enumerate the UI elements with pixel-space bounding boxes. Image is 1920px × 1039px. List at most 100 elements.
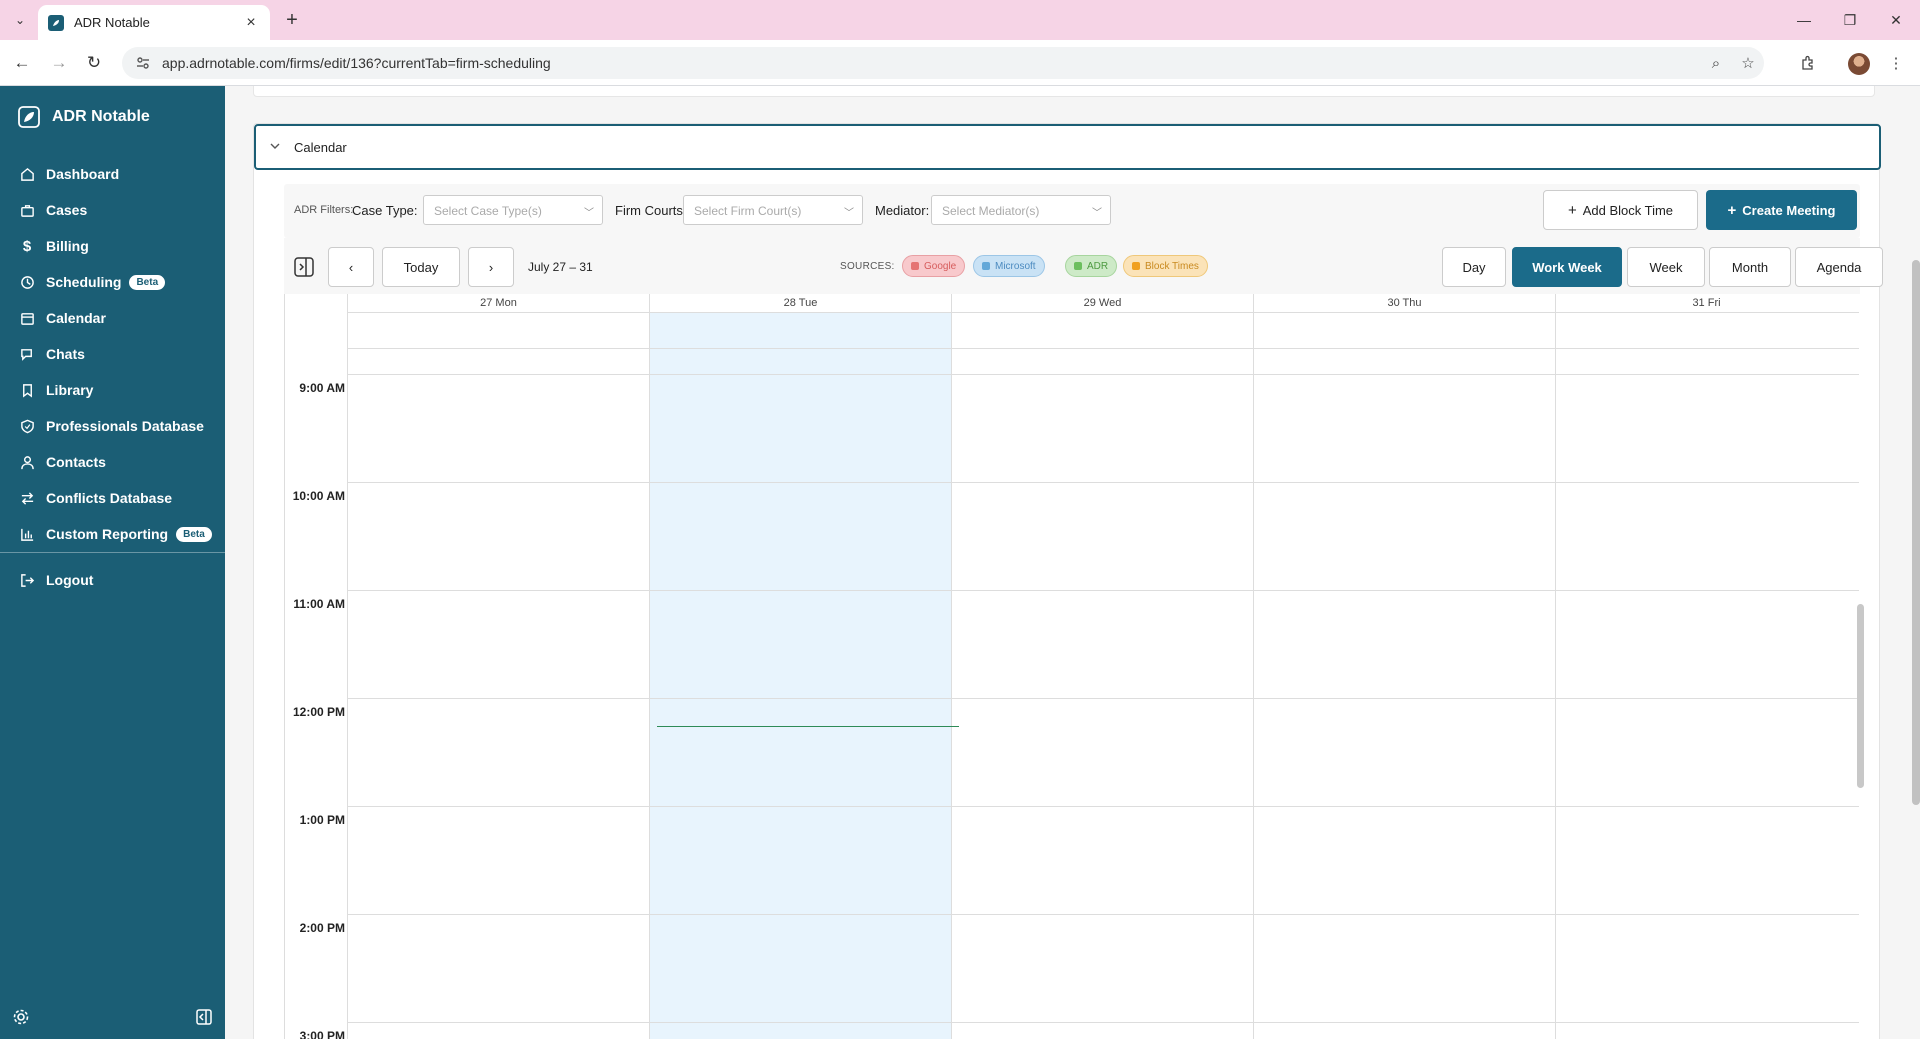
calendar-scrollbar-thumb[interactable] xyxy=(1857,604,1864,788)
mediator-select[interactable]: Select Mediator(s) ﹀ xyxy=(931,195,1111,225)
browser-tab[interactable]: ADR Notable × xyxy=(38,5,270,40)
time-label: 11:00 AM xyxy=(293,597,345,611)
page-scrollbar-thumb[interactable] xyxy=(1912,260,1920,805)
clock-icon xyxy=(18,273,36,291)
sidebar-item-calendar[interactable]: Calendar xyxy=(18,304,218,332)
tab-search-icon[interactable]: ⌄ xyxy=(8,8,32,32)
view-day-button[interactable]: Day xyxy=(1442,247,1506,287)
browser-tab-strip: ⌄ ADR Notable × + — ❐ ✕ xyxy=(0,0,1920,40)
add-block-time-button[interactable]: + Add Block Time xyxy=(1543,190,1698,230)
day-header[interactable]: 28 Tue xyxy=(649,294,951,312)
sidebar-item-label: Professionals Database xyxy=(46,418,204,434)
sidebar-item-library[interactable]: Library xyxy=(18,376,218,404)
user-icon xyxy=(18,453,36,471)
sidebar-item-label: Cases xyxy=(46,202,88,218)
close-tab-icon[interactable]: × xyxy=(242,14,260,32)
case-type-select[interactable]: Select Case Type(s) ﹀ xyxy=(423,195,603,225)
day-column-today[interactable] xyxy=(649,312,951,1039)
prev-week-button[interactable]: ‹ xyxy=(328,247,374,287)
restore-icon[interactable]: ❐ xyxy=(1828,6,1872,34)
day-header[interactable]: 30 Thu xyxy=(1253,294,1555,312)
case-type-placeholder: Select Case Type(s) xyxy=(434,204,542,218)
sidebar-item-label: Billing xyxy=(46,238,89,254)
firm-courts-placeholder: Select Firm Court(s) xyxy=(694,204,802,218)
profile-avatar[interactable] xyxy=(1848,53,1870,75)
create-meeting-button[interactable]: + Create Meeting xyxy=(1706,190,1857,230)
view-week-button[interactable]: Week xyxy=(1627,247,1705,287)
day-header[interactable]: 29 Wed xyxy=(951,294,1253,312)
sidebar-item-custom-reporting[interactable]: Custom Reporting Beta xyxy=(18,520,218,548)
sidebar-item-label: Chats xyxy=(46,346,85,362)
case-type-label: Case Type: xyxy=(352,203,418,218)
browser-menu-icon[interactable]: ⋮ xyxy=(1884,51,1908,75)
filters-label: ADR Filters: xyxy=(294,204,354,216)
view-month-button[interactable]: Month xyxy=(1709,247,1791,287)
sidebar-item-chats[interactable]: Chats xyxy=(18,340,218,368)
adr-filters-bar: ADR Filters: Case Type: Select Case Type… xyxy=(284,184,1860,238)
next-week-button[interactable]: › xyxy=(468,247,514,287)
settings-gear-icon[interactable] xyxy=(10,1006,32,1028)
sidebar-item-billing[interactable]: $ Billing xyxy=(18,232,218,260)
source-chip-microsoft[interactable]: Microsoft xyxy=(973,255,1045,277)
new-tab-icon[interactable]: + xyxy=(280,8,304,32)
source-chip-block-times[interactable]: Block Times xyxy=(1123,255,1208,277)
source-chip-adr[interactable]: ADR xyxy=(1065,255,1118,277)
view-agenda-button[interactable]: Agenda xyxy=(1795,247,1883,287)
time-label: 2:00 PM xyxy=(299,921,345,935)
arrows-icon xyxy=(18,489,36,507)
all-day-row[interactable] xyxy=(347,312,1859,349)
sidebar-item-scheduling[interactable]: Scheduling Beta xyxy=(18,268,218,296)
day-column[interactable] xyxy=(1555,312,1857,1039)
brand[interactable]: ADR Notable xyxy=(18,106,150,128)
extensions-icon[interactable] xyxy=(1796,51,1820,75)
back-icon[interactable]: ← xyxy=(10,51,34,75)
time-label: 9:00 AM xyxy=(299,381,345,395)
toggle-panel-icon[interactable] xyxy=(293,255,315,279)
calendar-panel-header[interactable]: Calendar xyxy=(254,124,1881,170)
chevron-down-icon xyxy=(270,141,284,154)
zoom-icon[interactable]: ⌕ xyxy=(1700,55,1732,72)
logout-icon xyxy=(18,571,36,589)
url-text: app.adrnotable.com/firms/edit/136?curren… xyxy=(162,55,551,71)
main-content: Calendar ADR Filters: Case Type: Select … xyxy=(225,86,1920,1039)
source-chip-google[interactable]: Google xyxy=(902,255,966,277)
sidebar-item-dashboard[interactable]: Dashboard xyxy=(18,160,218,188)
reload-icon[interactable]: ↻ xyxy=(82,51,106,75)
site-info-icon[interactable] xyxy=(136,55,152,71)
source-label: Google xyxy=(924,260,957,272)
view-work-week-button[interactable]: Work Week xyxy=(1512,247,1622,287)
sidebar-item-contacts[interactable]: Contacts xyxy=(18,448,218,476)
day-column[interactable] xyxy=(951,312,1253,1039)
source-label: ADR xyxy=(1087,260,1109,272)
chat-icon xyxy=(18,345,36,363)
sidebar: ADR Notable Dashboard Cases $ Billing Sc… xyxy=(0,86,225,1039)
firm-courts-label: Firm Courts: xyxy=(615,203,687,218)
forward-icon[interactable]: → xyxy=(47,51,71,75)
bookmark-star-icon[interactable]: ☆ xyxy=(1732,54,1764,72)
hour-line xyxy=(347,1022,1859,1023)
minimize-icon[interactable]: — xyxy=(1782,6,1826,34)
chevron-down-icon: ﹀ xyxy=(1092,208,1102,219)
time-label: 10:00 AM xyxy=(292,489,345,503)
collapse-sidebar-icon[interactable] xyxy=(193,1006,215,1028)
sidebar-item-label: Scheduling xyxy=(46,274,122,290)
sidebar-item-label: Contacts xyxy=(46,454,106,470)
home-icon xyxy=(18,165,36,183)
hour-line xyxy=(347,698,1859,699)
day-header[interactable]: 27 Mon xyxy=(347,294,649,312)
sidebar-item-conflicts-database[interactable]: Conflicts Database xyxy=(18,484,218,512)
sidebar-item-cases[interactable]: Cases xyxy=(18,196,218,224)
sidebar-item-logout[interactable]: Logout xyxy=(18,566,218,594)
address-bar[interactable]: app.adrnotable.com/firms/edit/136?curren… xyxy=(122,47,1764,79)
sidebar-item-professionals-database[interactable]: Professionals Database xyxy=(18,412,218,440)
day-column[interactable] xyxy=(1253,312,1555,1039)
shield-icon xyxy=(18,417,36,435)
sidebar-item-label: Dashboard xyxy=(46,166,120,182)
beta-badge: Beta xyxy=(176,526,212,542)
day-column[interactable] xyxy=(347,312,649,1039)
day-header[interactable]: 31 Fri xyxy=(1555,294,1857,312)
window-close-icon[interactable]: ✕ xyxy=(1874,6,1918,34)
date-range: July 27 – 31 xyxy=(528,260,593,274)
firm-courts-select[interactable]: Select Firm Court(s) ﹀ xyxy=(683,195,863,225)
today-button[interactable]: Today xyxy=(382,247,460,287)
